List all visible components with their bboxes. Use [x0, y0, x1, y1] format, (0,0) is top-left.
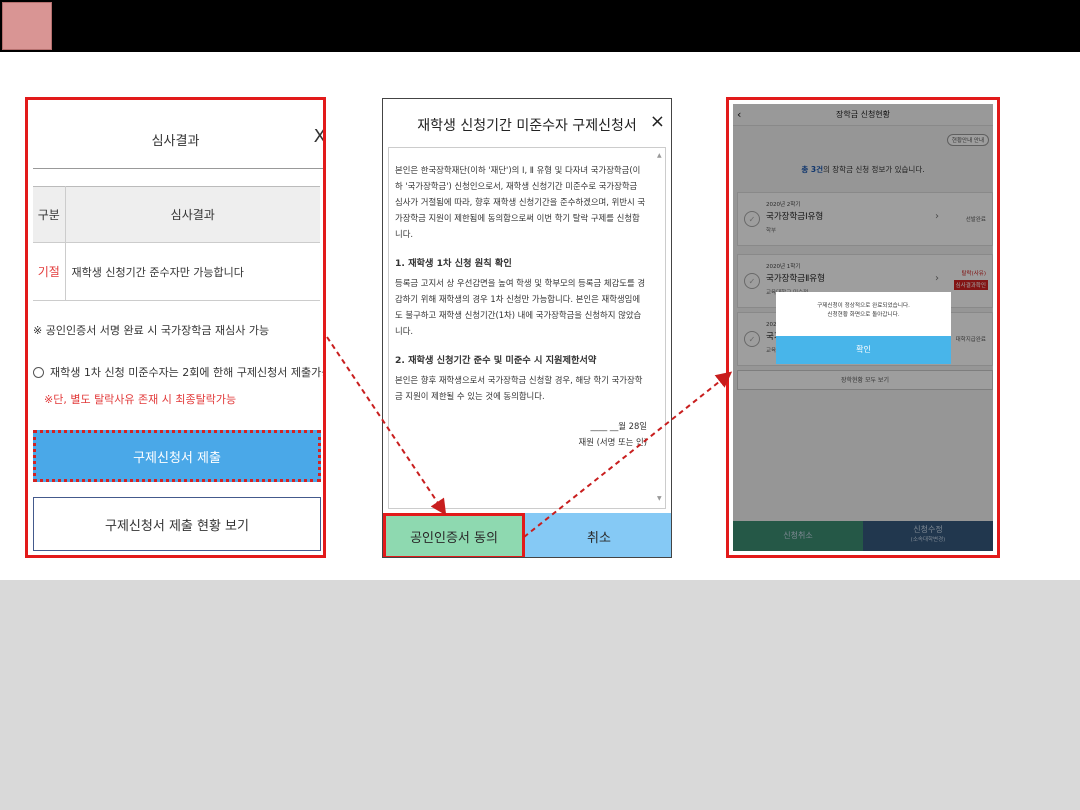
panel-title: 심사결과 — [151, 134, 200, 149]
view-submission-status-button[interactable]: 구제신청서 제출 현황 보기 — [33, 497, 321, 551]
dialog-line: 구제신청이 정상적으로 완료되었습니다. — [817, 303, 910, 309]
divider — [33, 168, 323, 169]
section-body: 등록금 고지서 상 우선감면을 높여 학생 및 학부모의 등록금 체감도를 경감… — [395, 278, 646, 336]
warning-text: ※단, 별도 탈락사유 존재 시 최종탈락가능 — [44, 393, 237, 406]
completion-dialog: 구제신청이 정상적으로 완료되었습니다. 신청현황 화면으로 돌아갑니다. 확인 — [776, 292, 951, 364]
section-title: 2. 재학생 신청기간 준수 및 미준수 시 지원제한서약 — [395, 355, 597, 366]
radio-button[interactable] — [33, 366, 44, 378]
notice-text: ※ 공인인증서 서명 완료 시 국가장학금 재심사 가능 — [33, 324, 270, 337]
close-icon[interactable]: X — [314, 126, 323, 147]
slide: 심사결과 X 구분 심사결과 기절 재학생 신청기간 준수자만 가능합니다 ※ … — [0, 0, 1080, 810]
table-header-row: 구분 심사결과 — [33, 186, 320, 243]
scholarship-status-panel: ‹ 장학금 신청현황 현황안내 안내 총 3건의 장학금 신청 정보가 있습니다… — [726, 97, 1000, 558]
document-body: 본인은 한국장학재단(이하 '재단')의 Ⅰ, Ⅱ 유형 및 다자녀 국가장학금… — [395, 162, 647, 450]
section-title: 1. 재학생 1차 신청 원칙 확인 — [395, 258, 512, 269]
dialog-message: 구제신청이 정상적으로 완료되었습니다. 신청현황 화면으로 돌아갑니다. — [776, 302, 951, 320]
close-icon[interactable]: × — [650, 111, 665, 132]
bottom-band — [0, 580, 1080, 810]
relief-option[interactable]: 재학생 1차 신청 미준수자는 2회에 한해 구제신청서 제출가능(공인인증서 … — [33, 364, 323, 380]
status-cell: 기절 — [33, 242, 66, 301]
cancel-button[interactable]: 취소 — [525, 513, 671, 557]
certificate-agree-button[interactable]: 공인인증서 동의 — [383, 513, 525, 557]
column-header: 심사결과 — [65, 186, 320, 243]
review-result-panel: 심사결과 X 구분 심사결과 기절 재학생 신청기간 준수자만 가능합니다 ※ … — [25, 97, 326, 558]
section-body: 본인은 향후 재학생으로서 국가장학금 신청할 경우, 해당 학기 국가장학금 … — [395, 375, 643, 401]
date-line: ____ __월 28일 — [590, 421, 647, 431]
scroll-down-icon[interactable]: ▼ — [657, 495, 662, 502]
column-header: 구분 — [33, 186, 66, 243]
relief-application-panel: 재학생 신청기간 미준수자 구제신청서 × 본인은 한국장학재단(이하 '재단'… — [382, 98, 672, 558]
title-bar — [0, 0, 1080, 52]
signature-line: 재원 (서명 또는 인) — [578, 437, 647, 447]
radio-label: 재학생 1차 신청 미준수자는 2회에 한해 구제신청서 제출가능(공인인증서 … — [50, 366, 323, 379]
intro-paragraph: 본인은 한국장학재단(이하 '재단')의 Ⅰ, Ⅱ 유형 및 다자녀 국가장학금… — [395, 165, 646, 239]
app-screen: ‹ 장학금 신청현황 현황안내 안내 총 3건의 장학금 신청 정보가 있습니다… — [733, 104, 993, 551]
submit-relief-button[interactable]: 구제신청서 제출 — [33, 430, 321, 482]
panel-title: 재학생 신청기간 미준수자 구제신청서 — [417, 118, 637, 134]
confirm-button[interactable]: 확인 — [776, 336, 951, 364]
table-row: 기절 재학생 신청기간 준수자만 가능합니다 — [33, 242, 320, 301]
title-marker — [2, 2, 52, 50]
result-table: 구분 심사결과 기절 재학생 신청기간 준수자만 가능합니다 — [33, 186, 320, 301]
result-cell: 재학생 신청기간 준수자만 가능합니다 — [65, 242, 320, 301]
dialog-line: 신청현황 화면으로 돌아갑니다. — [827, 312, 900, 318]
scrollbar[interactable]: ▲ ▼ — [657, 152, 663, 502]
scroll-up-icon[interactable]: ▲ — [657, 152, 662, 159]
document-scroll-area[interactable]: 본인은 한국장학재단(이하 '재단')의 Ⅰ, Ⅱ 유형 및 다자녀 국가장학금… — [388, 147, 666, 509]
